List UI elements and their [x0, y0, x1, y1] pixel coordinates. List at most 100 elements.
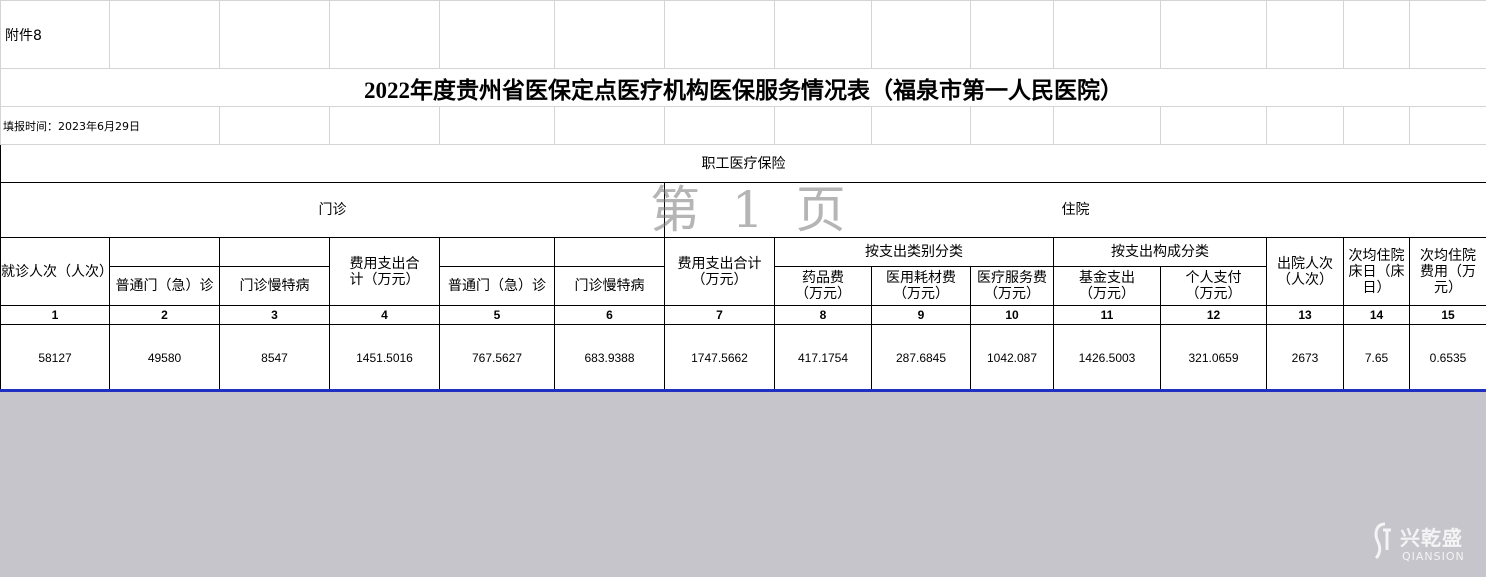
- empty-cell[interactable]: [664, 0, 775, 69]
- header-chronic-outpatient-2[interactable]: 门诊慢特病: [554, 266, 665, 306]
- data-row: 58127 49580 8547 1451.5016 767.5627 683.9388 1…: [0, 324, 1486, 392]
- header-fund-expense[interactable]: 基金支出（万元）: [1053, 266, 1161, 306]
- empty-cell[interactable]: [774, 0, 872, 69]
- section-employee-cell[interactable]: 职工医疗保险: [0, 144, 1486, 183]
- empty-cell[interactable]: [439, 0, 555, 69]
- header-consumables-fee-label: 医用耗材费（万元）: [886, 270, 956, 302]
- header-personal-payment[interactable]: 个人支付（万元）: [1160, 266, 1267, 306]
- header-avg-bed-days[interactable]: 次均住院床日（床日）: [1343, 237, 1410, 306]
- attachment-label: 附件8: [5, 27, 42, 44]
- data-cell[interactable]: 287.6845: [871, 324, 971, 392]
- header-service-fee-label: 医疗服务费（万元）: [977, 270, 1047, 302]
- empty-cell[interactable]: [439, 106, 555, 145]
- header-chronic-outpatient[interactable]: 门诊慢特病: [219, 266, 330, 306]
- empty-cell[interactable]: [1343, 0, 1410, 69]
- data-cell[interactable]: 1451.5016: [329, 324, 440, 392]
- empty-cell[interactable]: [1160, 0, 1267, 69]
- column-index-cell[interactable]: 2: [109, 305, 220, 325]
- header-total-expense-outpatient[interactable]: 费用支出合计（万元）: [329, 237, 440, 306]
- data-cell[interactable]: 683.9388: [554, 324, 665, 392]
- data-cell[interactable]: 49580: [109, 324, 220, 392]
- empty-cell[interactable]: [554, 0, 665, 69]
- empty-header-cell[interactable]: [439, 237, 555, 267]
- data-cell[interactable]: 1747.5662: [664, 324, 775, 392]
- column-index-cell[interactable]: 11: [1053, 305, 1161, 325]
- header-service-fee[interactable]: 医疗服务费（万元）: [970, 266, 1054, 306]
- brand-subtitle: QIANSION: [1402, 550, 1465, 563]
- empty-cell[interactable]: [774, 106, 872, 145]
- header-drug-fee-label: 药品费（万元）: [795, 270, 851, 302]
- empty-cell[interactable]: [1053, 0, 1161, 69]
- column-index-cell[interactable]: 3: [219, 305, 330, 325]
- section-inpatient-cell[interactable]: 住院: [664, 182, 1486, 238]
- header-discharges[interactable]: 出院人次（人次）: [1266, 237, 1344, 306]
- header-drug-fee[interactable]: 药品费（万元）: [774, 266, 872, 306]
- brand-name: 兴乾盛: [1400, 526, 1463, 550]
- header-total-expense-outpatient-label: 费用支出合计（万元）: [349, 255, 420, 288]
- empty-cell[interactable]: [1409, 0, 1486, 69]
- header-general-outpatient-label: 普通门（急）诊: [115, 278, 214, 294]
- empty-cell[interactable]: [1266, 106, 1344, 145]
- section-outpatient: 门诊: [318, 202, 347, 218]
- header-personal-payment-label: 个人支付（万元）: [1185, 270, 1242, 302]
- attachment-label-cell[interactable]: 附件8: [0, 0, 110, 69]
- header-avg-bed-days-label: 次均住院床日（床日）: [1348, 247, 1405, 296]
- empty-cell[interactable]: [1409, 106, 1486, 145]
- section-outpatient-cell[interactable]: 门诊: [0, 182, 665, 238]
- data-cell[interactable]: 767.5627: [439, 324, 555, 392]
- data-cell[interactable]: 0.6535: [1409, 324, 1486, 392]
- column-index-cell[interactable]: 8: [774, 305, 872, 325]
- header-visits[interactable]: 就诊人次（人次）: [0, 237, 110, 306]
- data-cell[interactable]: 417.1754: [774, 324, 872, 392]
- fill-date-cell[interactable]: 填报时间：2023年6月29日: [0, 106, 220, 145]
- empty-cell[interactable]: [109, 0, 220, 69]
- empty-cell[interactable]: [329, 106, 440, 145]
- header-by-expense-category[interactable]: 按支出类别分类: [774, 237, 1054, 267]
- empty-cell[interactable]: [1343, 106, 1410, 145]
- header-consumables-fee[interactable]: 医用耗材费（万元）: [871, 266, 971, 306]
- empty-cell[interactable]: [871, 106, 971, 145]
- empty-cell[interactable]: [219, 0, 330, 69]
- column-index-cell[interactable]: 9: [871, 305, 971, 325]
- empty-cell[interactable]: [1266, 0, 1344, 69]
- sheet-title-cell[interactable]: 2022年度贵州省医保定点医疗机构医保服务情况表（福泉市第一人民医院）: [0, 68, 1486, 107]
- column-index-cell[interactable]: 6: [554, 305, 665, 325]
- header-general-outpatient-2-label: 普通门（急）诊: [448, 278, 546, 294]
- empty-cell[interactable]: [970, 0, 1054, 69]
- data-cell[interactable]: 1426.5003: [1053, 324, 1161, 392]
- data-cell[interactable]: 321.0659: [1160, 324, 1267, 392]
- empty-header-cell[interactable]: [554, 237, 665, 267]
- column-index-cell[interactable]: 5: [439, 305, 555, 325]
- header-general-outpatient[interactable]: 普通门（急）诊: [109, 266, 220, 306]
- column-index-cell[interactable]: 10: [970, 305, 1054, 325]
- empty-header-cell[interactable]: [219, 237, 330, 267]
- empty-cell[interactable]: [329, 0, 440, 69]
- header-chronic-outpatient-label: 门诊慢特病: [239, 278, 310, 294]
- empty-cell[interactable]: [871, 0, 971, 69]
- column-index-cell[interactable]: 15: [1409, 305, 1486, 325]
- empty-header-cell[interactable]: [109, 237, 220, 267]
- data-cell[interactable]: 1042.087: [970, 324, 1054, 392]
- empty-cell[interactable]: [970, 106, 1054, 145]
- column-index-cell[interactable]: 4: [329, 305, 440, 325]
- data-cell[interactable]: 58127: [0, 324, 110, 392]
- data-cell[interactable]: 2673: [1266, 324, 1344, 392]
- empty-cell[interactable]: [554, 106, 665, 145]
- empty-cell[interactable]: [1160, 106, 1267, 145]
- column-index-cell[interactable]: 7: [664, 305, 775, 325]
- empty-cell[interactable]: [664, 106, 775, 145]
- header-avg-inpatient-cost-label: 次均住院费用（万元）: [1420, 247, 1476, 296]
- fill-date: 填报时间：2023年6月29日: [3, 119, 140, 133]
- column-index-cell[interactable]: 14: [1343, 305, 1410, 325]
- column-index-cell[interactable]: 12: [1160, 305, 1267, 325]
- data-cell[interactable]: 8547: [219, 324, 330, 392]
- column-index-cell[interactable]: 13: [1266, 305, 1344, 325]
- header-general-outpatient-2[interactable]: 普通门（急）诊: [439, 266, 555, 306]
- empty-cell[interactable]: [1053, 106, 1161, 145]
- column-index-cell[interactable]: 1: [0, 305, 110, 325]
- header-by-expense-composition[interactable]: 按支出构成分类: [1053, 237, 1267, 267]
- data-cell[interactable]: 7.65: [1343, 324, 1410, 392]
- header-avg-inpatient-cost[interactable]: 次均住院费用（万元）: [1409, 237, 1486, 306]
- header-total-expense-inpatient[interactable]: 费用支出合计（万元）: [664, 237, 775, 306]
- empty-cell[interactable]: [219, 106, 330, 145]
